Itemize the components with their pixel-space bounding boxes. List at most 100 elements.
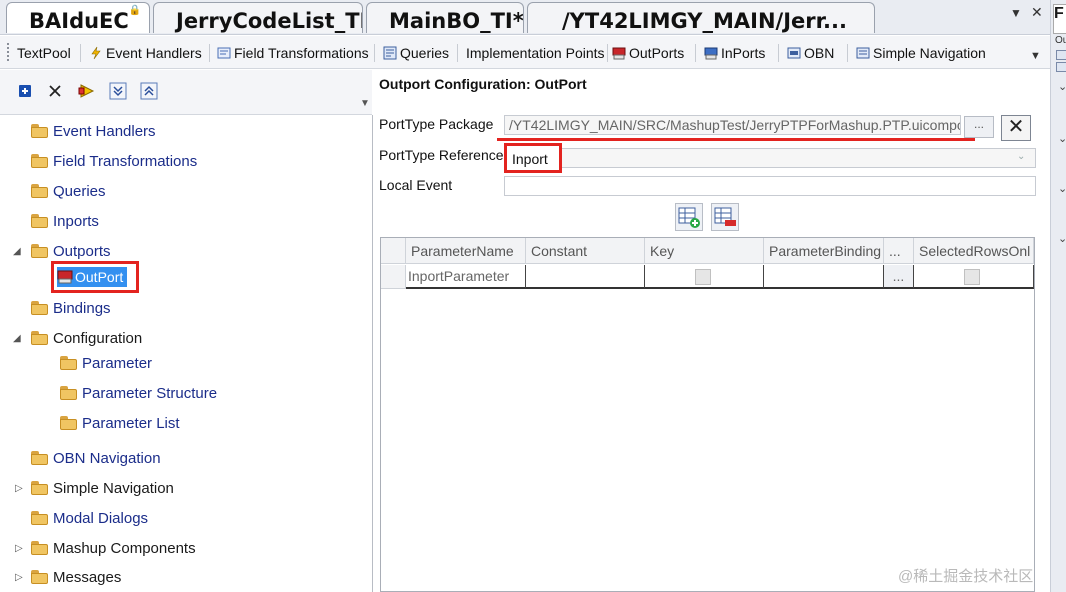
tree-item-mashup-components[interactable]: Mashup Components: [31, 537, 196, 559]
toolbar-grip[interactable]: [7, 43, 11, 61]
tree-item-event-handlers[interactable]: Event Handlers: [31, 120, 156, 142]
expand-all-button[interactable]: [108, 81, 128, 101]
key-cell[interactable]: [645, 265, 764, 289]
tree-item-label: Inports: [53, 212, 99, 230]
column-header[interactable]: ...: [884, 238, 914, 264]
tab-obn[interactable]: OBN: [787, 42, 834, 64]
tree-item-outport-selected[interactable]: OutPort: [51, 261, 139, 293]
chevron-down-icon[interactable]: ⌄: [1017, 151, 1025, 162]
tab-outports[interactable]: OutPorts: [612, 42, 684, 64]
tree-item-label: Configuration: [53, 329, 143, 347]
local-event-input[interactable]: [504, 176, 1036, 196]
panel-label: Ou: [1055, 35, 1066, 46]
tab-label: OBN: [804, 45, 835, 61]
porttype-reference-dropdown[interactable]: [504, 148, 1036, 168]
tree-item-outports[interactable]: Outports: [31, 240, 111, 262]
tab-implementation-points[interactable]: Implementation Points: [466, 42, 605, 64]
doc-tab-baiduec[interactable]: BAIduEC 🔒: [6, 2, 150, 33]
panel-button[interactable]: [1056, 50, 1066, 60]
folder-open-icon: [60, 386, 77, 400]
browse-button[interactable]: ...: [964, 116, 994, 138]
folder-icon: [31, 511, 48, 525]
doc-tab-mainbo[interactable]: MainBO_TI*: [366, 2, 524, 33]
doc-tab-yt42limgy[interactable]: /YT42LIMGY_MAIN/Jerr...: [527, 2, 875, 33]
tree-item-simple-navigation[interactable]: Simple Navigation: [31, 477, 174, 499]
binding-browse-button[interactable]: ...: [884, 265, 914, 289]
expand-arrow-icon[interactable]: ▷: [15, 483, 23, 494]
collapse-arrow-icon[interactable]: ◢: [13, 246, 21, 257]
column-header[interactable]: ParameterName: [406, 238, 526, 264]
row-header[interactable]: [381, 265, 406, 289]
row-header-corner: [381, 238, 406, 264]
expand-arrow-icon[interactable]: ▷: [15, 543, 23, 554]
clear-button[interactable]: ✕: [1001, 115, 1031, 141]
separator: [847, 44, 848, 62]
tree-item-label: Parameter List: [82, 414, 180, 432]
chevron-down-icon[interactable]: ⌄: [1058, 232, 1066, 245]
parameter-grid: ParameterName Constant Key ParameterBind…: [380, 237, 1035, 592]
tree-item-label: Parameter: [82, 354, 153, 372]
tree-item-label: Simple Navigation: [53, 479, 174, 497]
parameter-binding-cell[interactable]: [764, 265, 884, 289]
selected-rows-checkbox[interactable]: [964, 269, 980, 285]
porttype-reference-highlight[interactable]: Inport: [504, 143, 562, 173]
constant-cell[interactable]: [526, 265, 645, 289]
remove-row-button[interactable]: [711, 203, 739, 231]
tree-item-parameter[interactable]: Parameter: [60, 352, 152, 374]
expand-arrow-icon[interactable]: ▷: [15, 572, 23, 583]
tab-field-transformations[interactable]: Field Transformations: [217, 42, 369, 64]
inport-icon: [704, 47, 718, 60]
tab-event-handlers[interactable]: Event Handlers: [89, 42, 202, 64]
add-button[interactable]: [15, 81, 35, 101]
chevron-down-icon[interactable]: ⌄: [1058, 80, 1066, 93]
parameter-name-cell[interactable]: InportParameter: [406, 265, 526, 289]
tree-item-queries[interactable]: Queries: [31, 180, 106, 202]
tree-item-messages[interactable]: Messages: [31, 566, 121, 588]
column-header[interactable]: Constant: [526, 238, 645, 264]
tree-item-label: Messages: [53, 568, 122, 586]
folder-icon: [31, 570, 48, 584]
close-icon: ✕: [1007, 116, 1025, 138]
tree-item-bindings[interactable]: Bindings: [31, 297, 111, 319]
tab-simple-navigation[interactable]: Simple Navigation: [856, 42, 986, 64]
chevron-down-icon[interactable]: ⌄: [1058, 182, 1066, 195]
toolbar-overflow-icon[interactable]: ▼: [360, 98, 370, 109]
folder-icon: [31, 244, 48, 258]
run-icon: [78, 84, 95, 98]
delete-icon: [49, 85, 61, 97]
tree-item-label: OBN Navigation: [53, 449, 161, 467]
tab-overflow-icon[interactable]: ▼: [1030, 50, 1041, 62]
tree-item-field-transformations[interactable]: Field Transformations: [31, 150, 197, 172]
tab-textpool[interactable]: TextPool: [17, 42, 71, 64]
chevron-down-icon[interactable]: ⌄: [1058, 132, 1066, 145]
key-checkbox[interactable]: [695, 269, 711, 285]
selected-rows-cell[interactable]: [914, 265, 1034, 289]
column-header[interactable]: Key: [645, 238, 764, 264]
folder-icon: [31, 124, 48, 138]
porttype-package-field[interactable]: /YT42LIMGY_MAIN/SRC/MashupTest/JerryPTPF…: [504, 115, 961, 135]
tree-item-inports[interactable]: Inports: [31, 210, 99, 232]
tab-list-dropdown-icon[interactable]: ▼: [1010, 6, 1022, 20]
close-icon[interactable]: ✕: [1031, 4, 1043, 21]
tree-item-configuration[interactable]: Configuration: [31, 327, 142, 349]
folder-open-icon: [60, 416, 77, 430]
panel-tab[interactable]: F: [1053, 4, 1066, 34]
run-button[interactable]: [77, 81, 97, 101]
tab-inports[interactable]: InPorts: [704, 42, 765, 64]
add-row-button[interactable]: [675, 203, 703, 231]
separator: [80, 44, 81, 62]
tab-queries[interactable]: Queries: [383, 42, 449, 64]
tree-item-parameter-structure[interactable]: Parameter Structure: [60, 382, 217, 404]
collapse-all-button[interactable]: [139, 81, 159, 101]
delete-button[interactable]: [45, 81, 65, 101]
tree-item-obn-navigation[interactable]: OBN Navigation: [31, 447, 161, 469]
panel-button[interactable]: [1056, 62, 1066, 72]
watermark: @稀土掘金技术社区: [898, 568, 1034, 585]
collapse-arrow-icon[interactable]: ◢: [13, 333, 21, 344]
tree-item-modal-dialogs[interactable]: Modal Dialogs: [31, 507, 148, 529]
doc-tab-jerrycodelist[interactable]: JerryCodeList_TI: [153, 2, 363, 33]
tree-item-label: OutPort: [75, 269, 124, 285]
tree-item-parameter-list[interactable]: Parameter List: [60, 412, 180, 434]
column-header[interactable]: SelectedRowsOnl: [914, 238, 1034, 264]
column-header[interactable]: ParameterBinding: [764, 238, 884, 264]
